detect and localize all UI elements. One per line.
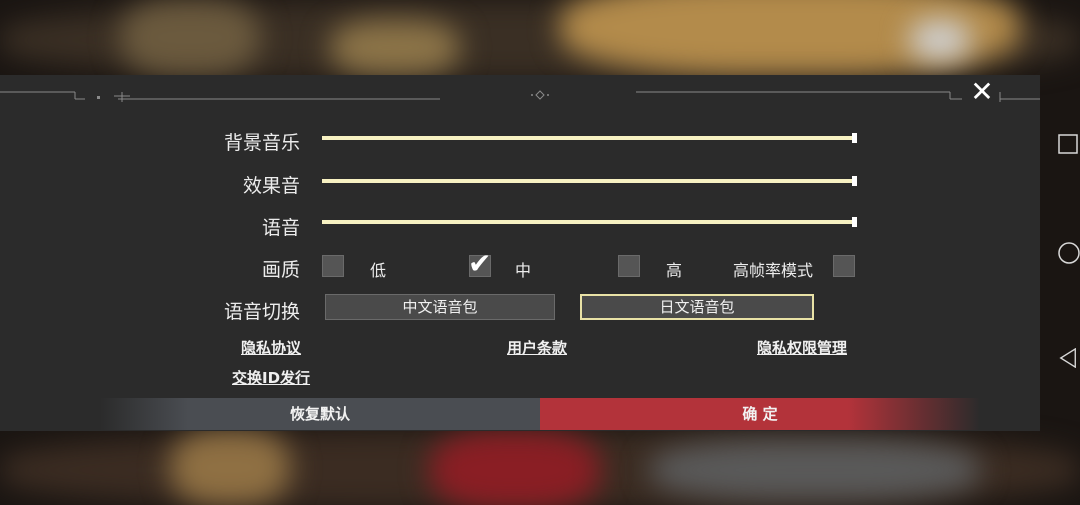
reset-default-button[interactable]: 恢复默认 <box>100 398 540 430</box>
quality-label: 画质 <box>261 259 300 281</box>
sfx-slider[interactable] <box>322 176 857 186</box>
voice-slider-fill <box>322 220 857 224</box>
circle-icon[interactable] <box>1058 242 1080 264</box>
close-icon[interactable]: ✕ <box>968 78 996 106</box>
panel-frame-decoration <box>0 90 1040 102</box>
voice-label: 语音 <box>261 217 300 239</box>
voice-slider-thumb[interactable] <box>852 217 857 227</box>
quality-high-checkbox[interactable] <box>618 255 640 277</box>
quality-low-checkbox[interactable] <box>322 255 344 277</box>
quality-mid-checkbox[interactable]: ✔ <box>468 250 491 278</box>
high-fps-checkbox[interactable] <box>833 255 855 277</box>
voice-slider[interactable] <box>322 217 857 227</box>
sfx-slider-thumb[interactable] <box>852 176 857 186</box>
settings-panel <box>0 75 1040 431</box>
confirm-button[interactable]: 确 定 <box>540 398 980 430</box>
quality-mid-label: 中 <box>515 261 532 280</box>
triangle-back-icon[interactable] <box>1058 348 1078 368</box>
quality-high-label: 高 <box>666 261 683 280</box>
user-terms-link[interactable]: 用户条款 <box>507 337 567 358</box>
bgm-slider-fill <box>322 136 857 140</box>
sfx-label: 效果音 <box>242 175 300 197</box>
sfx-slider-fill <box>322 179 857 183</box>
exchange-id-link[interactable]: 交换ID发行 <box>232 367 310 388</box>
high-fps-label: 高帧率模式 <box>733 261 814 280</box>
privacy-permissions-link[interactable]: 隐私权限管理 <box>757 337 847 358</box>
square-icon[interactable] <box>1058 134 1078 154</box>
quality-low-label: 低 <box>370 261 387 280</box>
bgm-slider[interactable] <box>322 133 857 143</box>
bgm-slider-thumb[interactable] <box>852 133 857 143</box>
chinese-voice-pack-button[interactable]: 中文语音包 <box>325 294 555 320</box>
voice-switch-label: 语音切换 <box>223 301 300 323</box>
checkmark-icon: ✔ <box>468 247 492 280</box>
privacy-link[interactable]: 隐私协议 <box>241 337 301 358</box>
bgm-label: 背景音乐 <box>223 132 300 154</box>
japanese-voice-pack-button[interactable]: 日文语音包 <box>580 294 814 320</box>
